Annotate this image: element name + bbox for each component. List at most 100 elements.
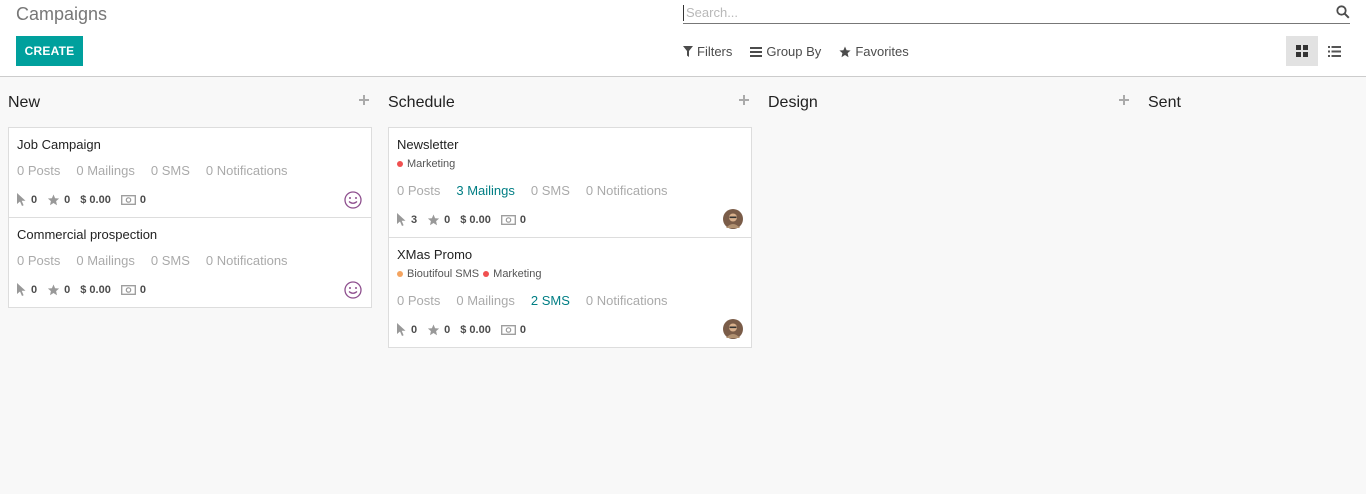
kanban-board: New Job Campaign 0 Posts 0 Mailings 0 SM…	[0, 78, 1366, 494]
plus-icon[interactable]	[356, 92, 372, 108]
filters-button[interactable]: Filters	[683, 44, 732, 59]
notifications-count[interactable]: 0 Notifications	[586, 183, 668, 198]
money-icon	[500, 215, 516, 225]
favorites-label: Favorites	[855, 44, 909, 59]
cash-count: 0	[139, 284, 146, 296]
smiley-icon[interactable]	[343, 190, 363, 210]
filter-icon	[683, 46, 693, 57]
column-title: Design	[768, 94, 818, 111]
sms-count[interactable]: 2 SMS	[531, 293, 570, 308]
user-avatar[interactable]	[723, 209, 743, 229]
tag-color-dot	[397, 271, 403, 277]
revenue-value: $ 0.00	[80, 284, 111, 296]
search-options: Filters Group By Favorites	[683, 44, 927, 59]
posts-count[interactable]: 0 Posts	[17, 163, 60, 178]
mailings-count[interactable]: 0 Mailings	[456, 293, 515, 308]
stars-count: 0	[64, 284, 71, 296]
mailings-count[interactable]: 0 Mailings	[76, 253, 135, 268]
sms-count[interactable]: 0 SMS	[151, 163, 190, 178]
column-header: Design	[768, 92, 1132, 114]
clicks-count: 0	[31, 284, 38, 296]
posts-count[interactable]: 0 Posts	[17, 253, 60, 268]
card-title: XMas Promo	[397, 247, 473, 262]
cursor-icon	[17, 283, 26, 296]
filters-label: Filters	[697, 44, 733, 59]
mailings-count[interactable]: 3 Mailings	[456, 183, 515, 198]
card-footer: 3 0 $ 0.00 0	[397, 213, 536, 227]
posts-count[interactable]: 0 Posts	[397, 183, 440, 198]
notifications-count[interactable]: 0 Notifications	[206, 253, 288, 268]
tag: Marketing	[397, 158, 455, 170]
group-by-button[interactable]: Group By	[750, 44, 821, 59]
clicks-count: 0	[31, 194, 38, 206]
card-tags: Bioutifoul SMS Marketing	[397, 268, 545, 280]
star-icon	[428, 214, 440, 226]
card-stats: 0 Posts 0 Mailings 2 SMS 0 Notifications	[397, 293, 684, 308]
card-footer: 0 0 $ 0.00 0	[17, 193, 156, 207]
star-icon	[428, 324, 440, 336]
star-icon	[839, 46, 851, 57]
search-icon[interactable]	[1336, 5, 1350, 19]
sms-count[interactable]: 0 SMS	[151, 253, 190, 268]
plus-icon[interactable]	[1116, 92, 1132, 108]
card-stats: 0 Posts 3 Mailings 0 SMS 0 Notifications	[397, 183, 684, 198]
kanban-view-button[interactable]	[1286, 36, 1318, 66]
card-title: Newsletter	[397, 137, 459, 152]
cash-count: 0	[519, 214, 526, 226]
tag-label: Marketing	[493, 268, 542, 280]
mailings-count[interactable]: 0 Mailings	[76, 163, 135, 178]
star-icon	[48, 284, 60, 296]
card-footer: 0 0 $ 0.00 0	[397, 323, 536, 337]
notifications-count[interactable]: 0 Notifications	[586, 293, 668, 308]
favorites-button[interactable]: Favorites	[839, 44, 909, 59]
user-avatar[interactable]	[723, 319, 743, 339]
cash-count: 0	[139, 194, 146, 206]
bars-icon	[750, 46, 763, 57]
kanban-card[interactable]: XMas Promo Bioutifoul SMS Marketing 0 Po…	[388, 237, 752, 348]
column-header: Sent	[1148, 92, 1358, 114]
tag-color-dot	[483, 271, 490, 277]
column-title: New	[8, 94, 41, 111]
control-panel: Campaigns CREATE Filters Group By Favori…	[0, 0, 1366, 77]
card-stats: 0 Posts 0 Mailings 0 SMS 0 Notifications	[17, 253, 304, 268]
sms-count[interactable]: 0 SMS	[531, 183, 570, 198]
notifications-count[interactable]: 0 Notifications	[206, 163, 288, 178]
column-header: Schedule	[388, 92, 752, 114]
tag: Marketing	[483, 268, 541, 280]
tag-label: Marketing	[407, 158, 456, 170]
tag-color-dot	[397, 161, 403, 167]
stars-count: 0	[444, 324, 451, 336]
revenue-value: $ 0.00	[460, 214, 491, 226]
cursor-icon	[397, 323, 406, 336]
view-switcher	[1286, 36, 1350, 66]
clicks-count: 3	[411, 214, 418, 226]
kanban-card[interactable]: Job Campaign 0 Posts 0 Mailings 0 SMS 0 …	[8, 127, 372, 218]
create-button[interactable]: CREATE	[16, 36, 83, 66]
cursor-icon	[397, 213, 406, 226]
card-tags: Marketing	[397, 158, 459, 170]
smiley-icon[interactable]	[343, 280, 363, 300]
stars-count: 0	[64, 194, 71, 206]
search-box	[683, 2, 1350, 24]
clicks-count: 0	[411, 324, 418, 336]
group-by-label: Group By	[766, 44, 822, 59]
plus-icon[interactable]	[736, 92, 752, 108]
kanban-icon	[1296, 45, 1308, 57]
list-icon	[1327, 45, 1341, 57]
card-title: Commercial prospection	[17, 227, 158, 242]
kanban-card[interactable]: Newsletter Marketing 0 Posts 3 Mailings …	[388, 127, 752, 238]
search-input[interactable]	[683, 4, 1350, 21]
cash-count: 0	[519, 324, 526, 336]
tag: Bioutifoul SMS	[397, 268, 479, 280]
list-view-button[interactable]	[1318, 36, 1350, 66]
tag-label: Bioutifoul SMS	[407, 268, 480, 280]
posts-count[interactable]: 0 Posts	[397, 293, 440, 308]
card-title: Job Campaign	[17, 137, 101, 152]
page-title: Campaigns	[16, 4, 108, 24]
money-icon	[500, 325, 516, 335]
kanban-card[interactable]: Commercial prospection 0 Posts 0 Mailing…	[8, 217, 372, 308]
revenue-value: $ 0.00	[460, 324, 491, 336]
money-icon	[120, 195, 136, 205]
money-icon	[120, 285, 136, 295]
card-footer: 0 0 $ 0.00 0	[17, 283, 156, 297]
